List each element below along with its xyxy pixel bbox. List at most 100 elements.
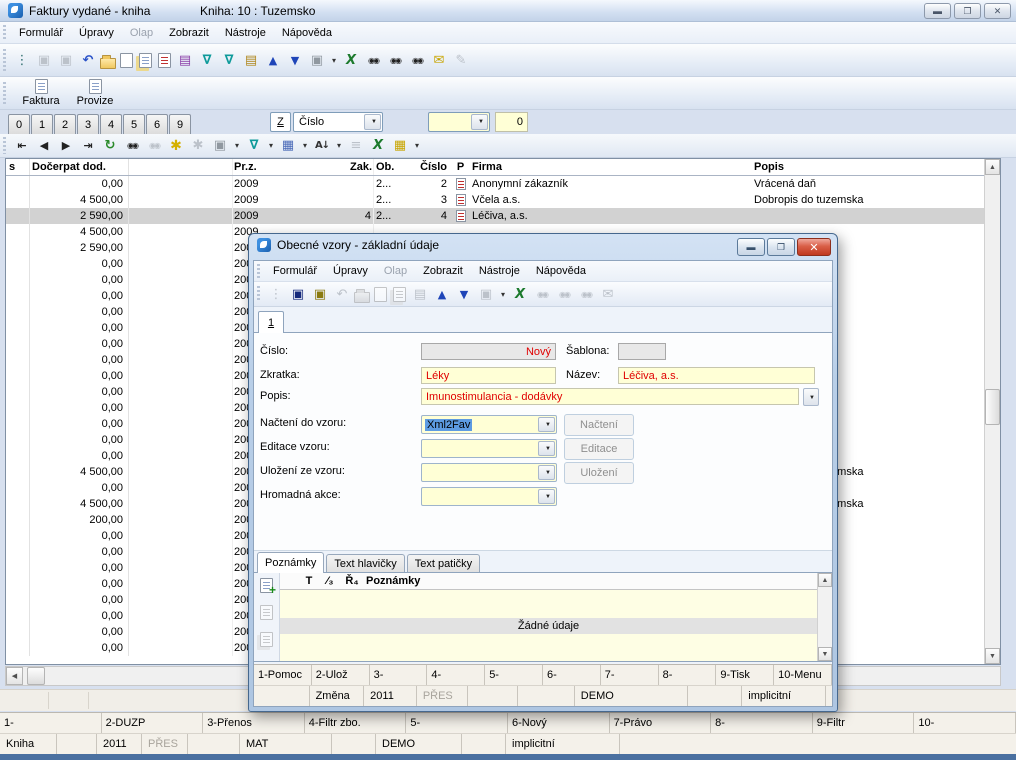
function-key[interactable]: 3- — [370, 665, 428, 685]
function-key[interactable]: 8- — [659, 665, 717, 685]
scroll-down-icon[interactable]: ▼ — [985, 648, 1000, 664]
function-key[interactable]: 6- — [543, 665, 601, 685]
function-key[interactable]: 4- — [427, 665, 485, 685]
edit-icon[interactable]: ✎ — [451, 50, 471, 71]
tab-poznamky[interactable]: Poznámky — [257, 552, 324, 573]
record-tab[interactable]: 4 — [100, 114, 122, 134]
copy-icon[interactable] — [139, 53, 152, 68]
scrollbar-thumb[interactable] — [27, 667, 45, 685]
save-icon[interactable]: ▣ — [34, 50, 54, 71]
columns-dropdown-icon[interactable]: ▾ — [412, 135, 422, 156]
dialog-close-button[interactable]: ✕ — [797, 238, 831, 256]
table-row[interactable]: 4 500,00 2009 2... 3 Včela a.s. Dobropis… — [6, 192, 984, 208]
column-header-blank[interactable] — [129, 159, 233, 175]
save-as-icon[interactable]: ▣ — [56, 50, 76, 71]
menu-napoveda[interactable]: Nápověda — [274, 22, 340, 43]
scroll-up-icon[interactable]: ▲ — [985, 159, 1000, 175]
ulozeni-combo[interactable] — [421, 463, 557, 482]
scroll-up-icon[interactable]: ▲ — [818, 573, 832, 587]
excel-export-icon[interactable]: X — [368, 135, 388, 156]
dialog-restore-button[interactable]: ❐ — [767, 238, 795, 256]
z-button[interactable]: Z — [270, 112, 291, 132]
column-header-prz[interactable]: Pr.z. — [233, 159, 348, 175]
move-up-icon[interactable]: ▲ — [432, 284, 452, 305]
function-key[interactable]: 4-Filtr zbo. — [305, 713, 407, 733]
field-list-icon[interactable]: ≡ — [346, 135, 366, 156]
function-key[interactable]: 1-Pomoc — [254, 665, 312, 685]
copy-icon[interactable] — [393, 287, 406, 302]
excel-export-icon[interactable]: X — [510, 284, 530, 305]
editace-button[interactable]: Editace — [564, 438, 634, 460]
filter-icon[interactable]: ∇ — [244, 135, 264, 156]
find-icon[interactable]: ◉◉ — [532, 284, 552, 305]
refresh-icon[interactable]: ↻ — [100, 135, 120, 156]
function-key[interactable]: 6-Nový — [508, 713, 610, 733]
find-next-icon[interactable]: ◉◉ — [385, 50, 405, 71]
function-key[interactable]: 5- — [485, 665, 543, 685]
function-key[interactable]: 9-Tisk — [716, 665, 774, 685]
camera-icon[interactable]: ▣ — [476, 284, 496, 305]
menu-formular[interactable]: Formulář — [265, 261, 325, 281]
function-key[interactable]: 10- — [914, 713, 1016, 733]
menu-upravy[interactable]: Úpravy — [325, 261, 376, 281]
mail-icon[interactable]: ✉ — [598, 284, 618, 305]
notes-scrollbar[interactable]: ▲ ▼ — [817, 573, 832, 661]
notes-col-poznamky[interactable]: Poznámky — [364, 575, 817, 587]
find-prev-icon[interactable]: ◉◉ — [576, 284, 596, 305]
tree-view-icon[interactable]: ⋮ — [266, 284, 286, 305]
save-icon[interactable]: ▣ — [288, 284, 308, 305]
last-record-icon[interactable]: ⇥ — [78, 135, 98, 156]
sort-dropdown-icon[interactable]: ▾ — [334, 135, 344, 156]
undo-icon[interactable]: ↶ — [78, 50, 98, 71]
record-tab[interactable]: 2 — [54, 114, 76, 134]
zkratka-field[interactable]: Léky — [421, 367, 556, 384]
function-key[interactable]: 3-Přenos — [203, 713, 305, 733]
camera-icon[interactable]: ▣ — [307, 50, 327, 71]
camera-dropdown-icon[interactable]: ▾ — [498, 284, 508, 305]
move-down-icon[interactable]: ▼ — [285, 50, 305, 71]
function-key[interactable]: 9-Filtr — [813, 713, 915, 733]
first-record-icon[interactable]: ⇤ — [12, 135, 32, 156]
function-key[interactable]: 10-Menu — [774, 665, 832, 685]
save-as-icon[interactable]: ▣ — [310, 284, 330, 305]
function-key[interactable]: 1- — [0, 713, 102, 733]
menu-nastroje[interactable]: Nástroje — [217, 22, 274, 43]
vertical-scrollbar[interactable]: ▲ ▼ — [984, 159, 1000, 664]
record-tab[interactable]: 9 — [169, 114, 191, 134]
table-row[interactable]: 2 590,00 2009 4 2... 4 Léčiva, a.s. — [6, 208, 984, 224]
column-header-zak[interactable]: Zak. — [348, 159, 373, 175]
next-record-icon[interactable]: ▶ — [56, 135, 76, 156]
tab-text-paticky[interactable]: Text patičky — [407, 554, 480, 573]
new-document-icon[interactable] — [120, 53, 133, 68]
filter-document-icon[interactable]: ∇ — [219, 50, 239, 71]
open-folder-icon[interactable] — [100, 58, 116, 69]
find-prev-icon[interactable]: ◉◉ — [407, 50, 427, 71]
menu-formular[interactable]: Formulář — [11, 22, 71, 43]
column-header-s[interactable]: s — [6, 159, 30, 175]
column-header-docerpat[interactable]: Dočerpat dod. — [30, 159, 129, 175]
new-document-icon[interactable] — [374, 287, 387, 302]
menu-zobrazit[interactable]: Zobrazit — [415, 261, 471, 281]
function-key[interactable]: 5- — [406, 713, 508, 733]
open-folder-icon[interactable] — [354, 292, 370, 303]
menu-napoveda[interactable]: Nápověda — [528, 261, 594, 281]
provize-button[interactable]: Provize — [71, 78, 119, 109]
nazev-field[interactable]: Léčiva, a.s. — [618, 367, 815, 384]
tree-view-icon[interactable]: ⋮ — [12, 50, 32, 71]
find-next-icon[interactable]: ◉◉ — [554, 284, 574, 305]
column-header-firma[interactable]: Firma — [469, 159, 750, 175]
column-header-p[interactable]: P — [452, 159, 469, 175]
mail-icon[interactable]: ✉ — [429, 50, 449, 71]
stack-icon[interactable]: ▤ — [241, 50, 261, 71]
dialog-minimize-button[interactable]: ▬ — [737, 238, 765, 256]
find-again-icon[interactable]: ◉◉ — [144, 135, 164, 156]
paste-icon[interactable] — [158, 53, 171, 68]
add-note-icon[interactable] — [260, 578, 273, 593]
notes-col-r4[interactable]: Ř₄ — [340, 575, 364, 587]
camera-dropdown-icon[interactable]: ▾ — [329, 50, 339, 71]
remove-record-icon[interactable]: ✱ — [188, 135, 208, 156]
book-icon[interactable]: ▤ — [410, 284, 430, 305]
scrollbar-thumb[interactable] — [985, 389, 1000, 425]
function-key[interactable]: 7- — [601, 665, 659, 685]
record-tab[interactable]: 3 — [77, 114, 99, 134]
